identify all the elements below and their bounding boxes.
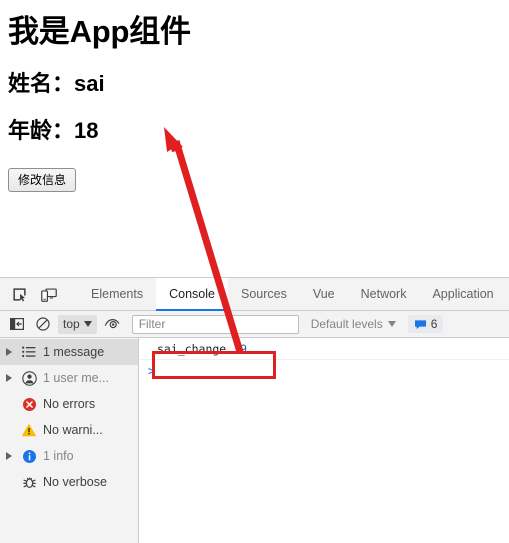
sidebar-item-errors[interactable]: No errors (0, 391, 138, 417)
tab-sources[interactable]: Sources (228, 278, 300, 310)
tab-label: Sources (240, 287, 287, 301)
tab-label: Elements (91, 287, 144, 301)
list-icon (17, 346, 41, 358)
tab-label: Vue (312, 287, 335, 301)
sidebar-item-label: 1 info (43, 449, 74, 463)
console-message-row[interactable]: sai_change 19 (139, 338, 509, 360)
devtools-tab-list: Elements Console Sources Vue Network App… (78, 278, 507, 311)
sidebar-item-info[interactable]: 1 info (0, 443, 138, 469)
tab-label: Network (360, 287, 407, 301)
console-message-value: 19 (233, 341, 248, 356)
console-message-text: sai_change (157, 341, 227, 356)
device-toolbar-icon[interactable] (34, 278, 64, 310)
live-expression-eye-icon[interactable] (99, 313, 125, 335)
sidebar-item-label: No warni... (43, 423, 103, 437)
execution-context-label: top (63, 317, 80, 331)
user-icon (17, 370, 41, 386)
user-name-line: 姓名：sai (8, 71, 105, 96)
execution-context-selector[interactable]: top (58, 314, 97, 334)
modify-info-button[interactable]: 修改信息 (8, 168, 77, 192)
console-filter-input[interactable] (132, 317, 298, 331)
devtools-tabstrip: Elements Console Sources Vue Network App… (0, 278, 509, 311)
console-body: 1 message 1 user me... No errors No warn… (0, 338, 509, 543)
tab-console[interactable]: Console (156, 278, 228, 311)
chevron-down-icon (83, 321, 92, 327)
inspect-element-icon[interactable] (4, 278, 34, 310)
tab-elements[interactable]: Elements (78, 278, 156, 310)
tab-label: Application (432, 287, 494, 301)
web-page-viewport: 我是App组件 姓名：sai 年龄：18 修改信息 (0, 0, 509, 277)
sidebar-item-verbose[interactable]: No verbose (0, 469, 138, 495)
info-icon (17, 449, 41, 464)
error-icon (17, 397, 41, 412)
message-bubble-icon (414, 319, 426, 329)
sidebar-item-label: 1 message (43, 345, 105, 359)
warning-icon (17, 423, 41, 437)
issues-badge[interactable]: 6 (407, 315, 444, 333)
console-output[interactable]: sai_change 19 > (139, 338, 509, 543)
sidebar-item-label: No errors (43, 397, 96, 411)
expand-triangle-icon[interactable] (0, 452, 17, 460)
console-filter-box[interactable] (131, 314, 299, 334)
prompt-symbol: > (148, 363, 156, 378)
tab-vue[interactable]: Vue (300, 278, 348, 310)
tab-label: Console (169, 287, 215, 301)
sidebar-item-label: 1 user me... (43, 371, 109, 385)
log-level-label: Default levels (310, 317, 383, 331)
console-prompt[interactable]: > (139, 360, 509, 381)
sidebar-item-messages[interactable]: 1 message (0, 339, 138, 365)
expand-triangle-icon[interactable] (0, 348, 17, 356)
console-sidebar: 1 message 1 user me... No errors No warn… (0, 338, 139, 543)
console-sidebar-icon[interactable] (4, 313, 30, 335)
user-age-line: 年龄：18 (8, 118, 99, 143)
tab-network[interactable]: Network (348, 278, 420, 310)
expand-triangle-icon[interactable] (0, 374, 17, 382)
sidebar-item-label: No verbose (43, 475, 107, 489)
sidebar-item-warnings[interactable]: No warni... (0, 417, 138, 443)
verbose-bug-icon (17, 475, 41, 489)
chevron-down-icon (387, 321, 396, 327)
devtools-panel: Elements Console Sources Vue Network App… (0, 277, 509, 543)
sidebar-item-user-messages[interactable]: 1 user me... (0, 365, 138, 391)
console-toolbar: top Default levels 6 (0, 311, 509, 338)
log-level-selector[interactable]: Default levels (311, 317, 396, 331)
tab-application[interactable]: Application (419, 278, 506, 310)
page-title: 我是App组件 (8, 14, 191, 49)
issues-count: 6 (430, 317, 438, 331)
clear-console-icon[interactable] (30, 313, 56, 335)
